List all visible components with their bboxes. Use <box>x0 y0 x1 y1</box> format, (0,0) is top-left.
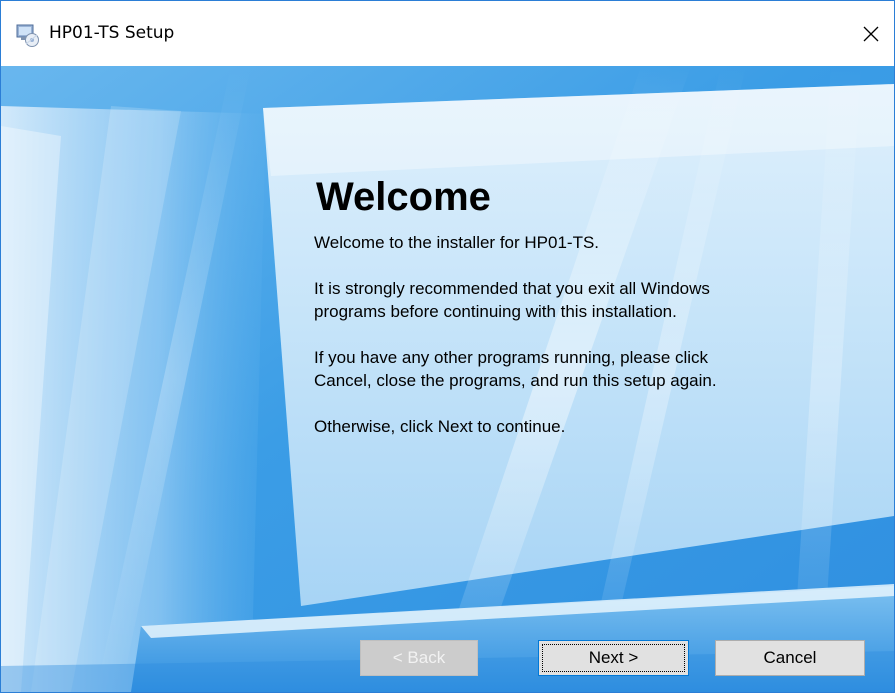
back-button[interactable]: < Back <box>360 640 478 676</box>
next-button-label: Next > <box>588 648 639 667</box>
cancel-button-label: Cancel <box>763 648 817 667</box>
setup-installer-icon <box>15 22 41 48</box>
welcome-content: Welcome Welcome to the installer for HP0… <box>314 174 874 438</box>
cancel-button[interactable]: Cancel <box>715 640 865 676</box>
welcome-paragraph: Welcome to the installer for HP01-TS. <box>314 233 600 252</box>
page-title: Welcome <box>316 175 491 219</box>
close-button[interactable] <box>848 13 894 55</box>
next-button[interactable]: Next > <box>538 640 689 676</box>
setup-window: HP01-TS Setup Welcome Welcome to the ins… <box>0 0 895 693</box>
title-bar[interactable]: HP01-TS Setup <box>1 1 894 66</box>
cancel-instructions-paragraph: If you have any other programs running, … <box>314 348 717 390</box>
window-title: HP01-TS Setup <box>49 23 175 43</box>
recommendation-paragraph: It is strongly recommended that you exit… <box>314 279 710 321</box>
wizard-body: Welcome Welcome to the installer for HP0… <box>1 66 894 692</box>
continue-instructions-paragraph: Otherwise, click Next to continue. <box>314 417 566 436</box>
back-button-label: < Back <box>392 648 446 667</box>
close-icon <box>863 26 879 42</box>
